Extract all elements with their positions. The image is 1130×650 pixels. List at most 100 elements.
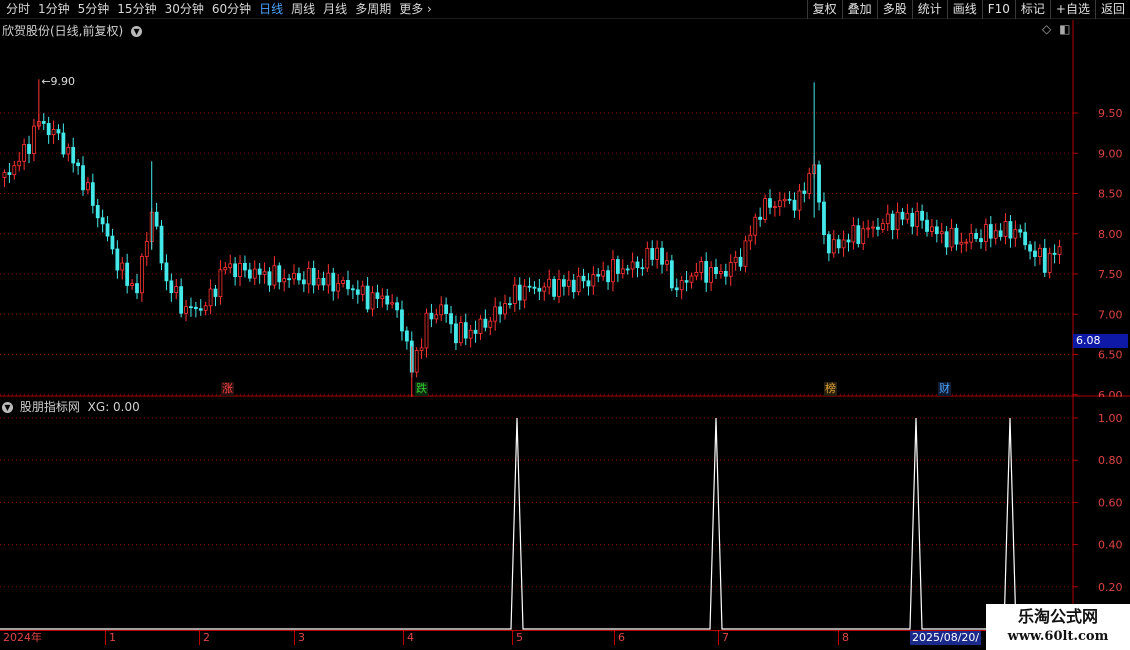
candle-body [277,265,282,283]
mark-button[interactable]: 标记 [1014,0,1050,19]
indicator-tick-label: 0.80 [1098,454,1123,467]
tab-1min[interactable]: 1分钟 [38,0,70,19]
candle-body [650,248,655,260]
candle-body [635,261,640,269]
price-tick-label: 9.50 [1098,107,1123,120]
price-tick-label: 7.00 [1098,308,1123,321]
restore-rights-button[interactable]: 复权 [806,0,842,19]
candle-body [1023,231,1028,246]
candle-body [316,277,321,286]
candle-body [81,165,85,191]
candle-body [792,199,797,211]
event-ranking-label: 榜 [825,382,836,395]
tab-monthly[interactable]: 月线 [323,0,347,19]
candle-body [468,329,473,339]
candle-body [826,234,831,254]
candle-body [326,272,331,286]
candle-body [669,260,674,289]
tab-30min[interactable]: 30分钟 [165,0,204,19]
draw-line-button[interactable]: 画线 [946,0,982,19]
price-tick-label: 9.00 [1098,147,1123,160]
candle-body [56,129,61,134]
chevron-down-icon[interactable]: ▼ [2,402,13,413]
candle-body [198,308,203,311]
chevron-down-icon[interactable]: ▼ [131,26,143,37]
statistics-button[interactable]: 统计 [911,0,947,19]
candle-body [306,267,311,285]
period-tabs: 分时 1分钟 5分钟 15分钟 30分钟 60分钟 日线 周线 月线 多周期 更… [2,0,436,19]
tab-multi-period[interactable]: 多周期 [355,0,391,19]
candle-body [449,313,453,325]
candle-body [252,268,257,279]
candle-body [203,305,208,311]
candle-body [135,283,139,294]
event-finance-label: 财 [939,382,950,395]
add-watchlist-button[interactable]: +自选 [1049,0,1095,19]
candle-body [12,165,17,175]
tab-daily[interactable]: 日线 [259,0,283,19]
candle-body [822,201,826,235]
f10-button[interactable]: F10 [981,0,1015,19]
candle-body [503,303,507,315]
tab-5min[interactable]: 5分钟 [78,0,110,19]
candle-body [782,198,787,202]
candle-body [561,279,566,287]
candle-body [876,226,880,230]
candle-body [483,318,488,328]
candle-body [930,226,934,232]
candle-body [522,285,527,301]
event-marker-rise[interactable]: 涨 [221,382,234,396]
panel-toggle-icon[interactable]: ◧ [1059,22,1070,36]
candlestick-chart[interactable]: 9.509.008.508.007.507.006.506.00←9.90←5.… [0,20,1130,397]
candle-body [385,295,390,305]
indicator-tick-label: 0.40 [1098,539,1123,552]
tab-timeshare[interactable]: 分时 [6,0,30,19]
date-label-mar: 3 [294,631,305,645]
back-button[interactable]: 返回 [1094,0,1130,19]
tab-more[interactable]: 更多 › [399,0,432,19]
candle-body [674,287,679,291]
candle-body [699,261,704,273]
candle-body [959,241,964,245]
candle-body [22,144,27,162]
multi-stock-button[interactable]: 多股 [876,0,912,19]
candle-body [743,240,748,267]
candle-body [169,280,174,294]
event-marker-finance[interactable]: 财 [938,382,951,396]
event-marker-ranking[interactable]: 榜 [824,382,837,396]
candle-body [95,205,100,219]
date-label-feb: 2 [199,631,210,645]
candle-body [297,273,301,281]
candle-body [488,320,493,328]
candle-body [429,312,434,320]
candle-body [365,285,370,310]
candle-body [763,198,767,220]
event-marker-fall[interactable]: 跌 [415,382,428,396]
candle-body [400,309,404,332]
candle-body [90,182,95,206]
candle-body [660,247,664,265]
tab-60min[interactable]: 60分钟 [212,0,251,19]
indicator-chart[interactable]: 1.00 0.80 0.60 0.40 0.20 [0,397,1130,630]
overlay-button[interactable]: 叠加 [841,0,877,19]
candle-body [836,239,841,249]
candle-body [895,211,900,231]
date-axis: 2024年 1 2 3 4 5 6 7 8 2025/08/20/ [0,630,1130,645]
candle-body [100,217,105,225]
diamond-icon[interactable]: ◇ [1042,22,1051,36]
candle-body [665,260,669,265]
candle-body [139,256,144,294]
candle-body [120,262,125,271]
candle-body [807,173,812,194]
tab-weekly[interactable]: 周线 [291,0,315,19]
candle-body [424,312,429,349]
candle-body [983,224,988,243]
date-label-jan: 1 [105,631,116,645]
tab-15min[interactable]: 15分钟 [117,0,156,19]
candle-body [159,225,164,264]
candle-body [576,275,581,293]
date-label-apr: 4 [403,631,414,645]
candle-body [508,303,512,306]
indicator-tick-label: 0.20 [1098,581,1123,594]
candle-body [547,278,552,288]
